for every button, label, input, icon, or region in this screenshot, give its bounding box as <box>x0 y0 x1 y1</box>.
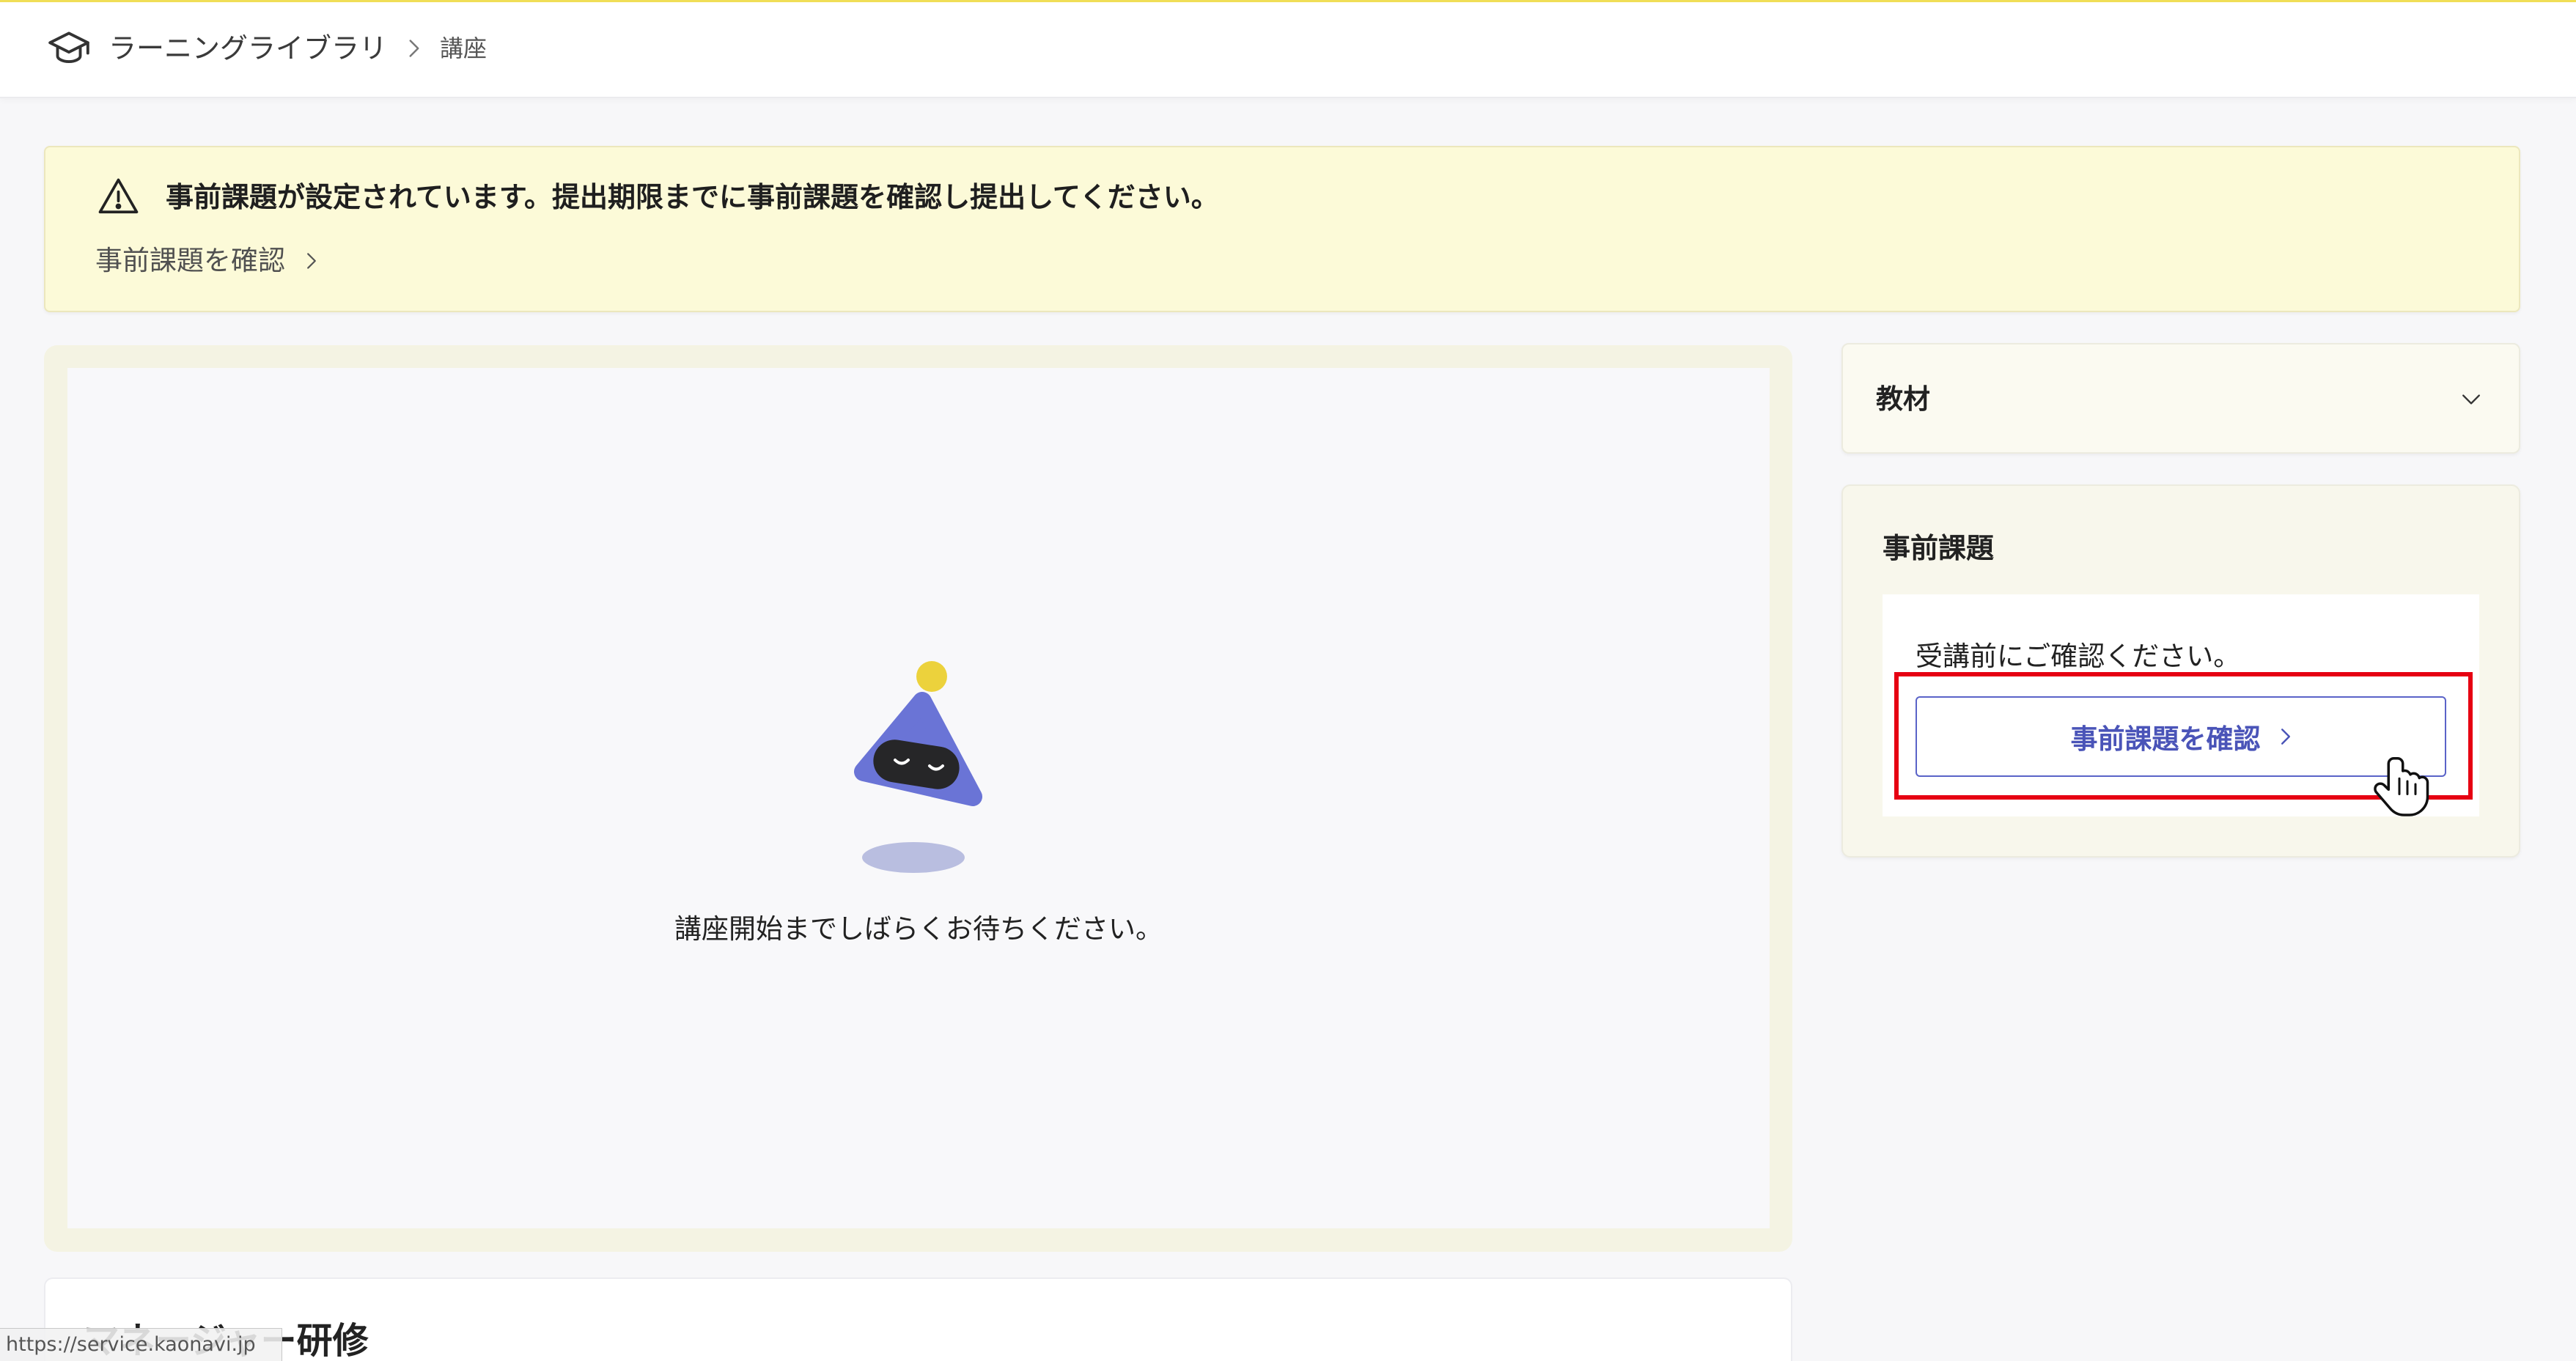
header: ラーニングライブラリ 講座 <box>0 0 2576 98</box>
materials-title: 教材 <box>1876 383 1930 415</box>
alert-banner: 事前課題が設定されています。提出期限までに事前課題を確認し提出してください。 事… <box>44 146 2520 312</box>
alert-message: 事前課題が設定されています。提出期限までに事前課題を確認し提出してください。 <box>166 181 1219 213</box>
status-bar-url: https://service.kaonavi.jp <box>0 1328 282 1361</box>
breadcrumb-current-page: 講座 <box>440 34 487 62</box>
mascot-ball <box>916 661 947 692</box>
breadcrumb-app-title: ラーニングライブラリ <box>108 32 388 64</box>
mascot-shadow <box>862 842 965 873</box>
breadcrumb: ラーニングライブラリ 講座 <box>46 0 487 97</box>
video-player: 講座開始までしばらくお待ちください。 <box>44 345 1792 1252</box>
warning-icon <box>95 174 141 218</box>
pre-assignment-note: 受講前にご確認ください。 <box>1916 641 2241 672</box>
mascot-illustration <box>854 661 982 873</box>
breadcrumb-home-link[interactable]: ラーニングライブラリ <box>46 26 387 71</box>
chevron-right-icon <box>408 38 421 59</box>
player-screen: 講座開始までしばらくお待ちください。 <box>67 368 1770 1228</box>
top-accent-line <box>0 0 2576 2</box>
chevron-down-icon <box>2459 393 2483 406</box>
graduation-cap-icon <box>46 26 92 71</box>
alert-link[interactable]: 事前課題を確認 <box>95 243 317 279</box>
alert-link-label: 事前課題を確認 <box>95 245 285 276</box>
pre-assignment-title: 事前課題 <box>1883 532 1995 564</box>
hand-cursor-icon <box>2374 756 2432 822</box>
course-info-card: マネージャー研修 <box>44 1277 1792 1361</box>
chevron-right-icon <box>306 251 317 271</box>
waiting-message: 講座開始までしばらくお待ちください。 <box>674 913 1163 945</box>
materials-accordion[interactable]: 教材 <box>1841 343 2520 454</box>
